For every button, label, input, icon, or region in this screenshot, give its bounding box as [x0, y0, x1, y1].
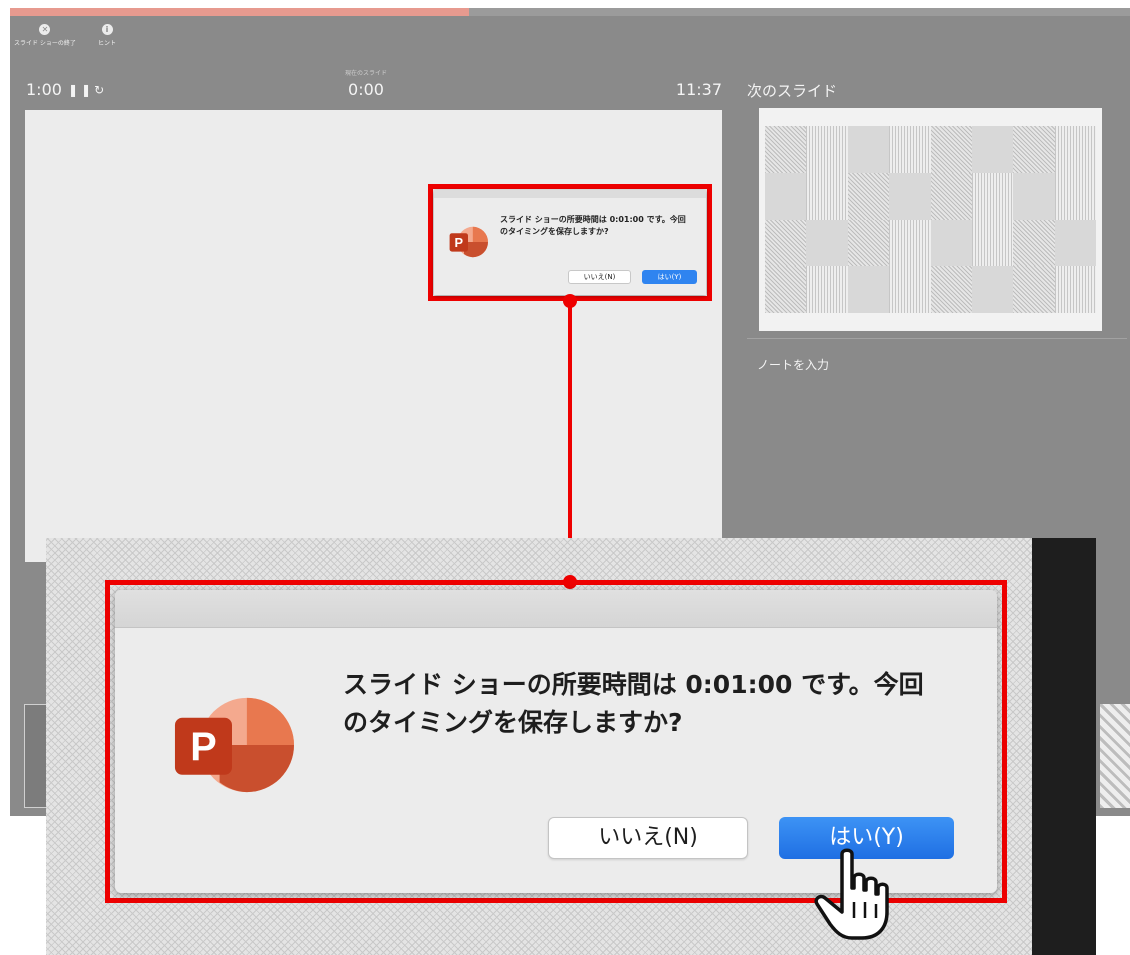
end-slideshow-button[interactable]: ✕ スライド ショーの終了: [14, 24, 76, 47]
powerpoint-icon: P: [448, 222, 488, 266]
hand-pointer-icon: [812, 848, 892, 948]
no-button[interactable]: いいえ(N): [548, 817, 748, 859]
checker-tile: [1013, 172, 1055, 220]
checker-tile: [1054, 172, 1096, 220]
checker-tile: [971, 219, 1014, 267]
slide-thumbnail[interactable]: [1100, 704, 1130, 808]
checker-tile: [806, 126, 848, 173]
checker-tile: [889, 219, 931, 267]
checker-tile: [1054, 266, 1096, 313]
save-timing-dialog-small: P スライド ショーの所要時間は 0:01:00 です。今回 のタイミングを保存…: [434, 190, 706, 295]
end-slideshow-label: スライド ショーの終了: [14, 40, 76, 47]
close-icon: ✕: [39, 24, 51, 35]
checker-tile: [765, 266, 807, 313]
dialog-titlebar: [434, 190, 706, 198]
checker-tile: [971, 172, 1014, 220]
checker-tile: [930, 172, 972, 220]
dialog-titlebar: [115, 590, 997, 628]
clock: 11:37: [675, 80, 722, 99]
hint-button[interactable]: i ヒント: [98, 24, 116, 47]
checker-tile: [847, 172, 890, 220]
dialog-message: スライド ショーの所要時間は 0:01:00 です。今回 のタイミングを保存しま…: [343, 666, 983, 742]
checker-tile: [971, 266, 1014, 313]
current-slide[interactable]: [25, 110, 722, 562]
dialog-message: スライド ショーの所要時間は 0:01:00 です。今回 のタイミングを保存しま…: [500, 214, 700, 238]
checker-tile: [1054, 126, 1096, 173]
slide-time-label: 現在のスライド: [344, 70, 387, 77]
hint-label: ヒント: [98, 40, 117, 47]
dialog-message-line: スライド ショーの所要時間は 0:01:00 です。今回: [343, 670, 924, 699]
checker-tile: [765, 126, 807, 173]
dialog-message-line: のタイミングを保存しますか?: [500, 227, 609, 236]
info-icon: i: [101, 24, 113, 35]
checker-tile: [765, 219, 807, 267]
checker-tile: [806, 172, 848, 220]
slide-time: 0:00: [348, 80, 384, 99]
checker-tile: [889, 172, 931, 220]
yes-button[interactable]: はい(Y): [642, 270, 697, 284]
checker-tile: [847, 219, 890, 267]
notes-input[interactable]: ノートを入力: [757, 356, 829, 373]
svg-text:P: P: [190, 725, 216, 769]
checker-tile: [847, 126, 890, 173]
checker-tile: [1013, 219, 1055, 267]
checker-tile: [930, 126, 972, 173]
checker-tile: [971, 126, 1014, 173]
checker-tile: [1054, 219, 1096, 267]
dialog-message-line: のタイミングを保存しますか?: [343, 708, 683, 737]
dialog-message-line: スライド ショーの所要時間は 0:01:00 です。今回: [500, 215, 686, 224]
checker-tile: [889, 266, 931, 313]
svg-text:P: P: [455, 235, 464, 250]
progress-fill: [10, 8, 470, 16]
checker-pattern: [765, 126, 1096, 313]
timer-row: 1:00 ❚❚↻ 現在のスライド 0:00 11:37: [10, 70, 722, 104]
connector-dot: [563, 294, 577, 308]
next-slide-preview: [759, 108, 1102, 331]
checker-tile: [847, 266, 890, 313]
checker-tile: [930, 266, 972, 313]
checker-tile: [806, 266, 848, 313]
checker-tile: [930, 219, 972, 267]
checker-tile: [806, 219, 848, 267]
powerpoint-icon: P: [170, 683, 294, 811]
checker-tile: [1013, 266, 1055, 313]
checker-tile: [1013, 126, 1055, 173]
checker-tile: [889, 126, 931, 173]
notes-divider: [747, 338, 1127, 339]
no-button[interactable]: いいえ(N): [568, 270, 631, 284]
checker-tile: [765, 172, 807, 220]
dark-edge: [1032, 538, 1096, 955]
progress-bar: [10, 8, 1130, 16]
next-slide-label: 次のスライド: [747, 82, 838, 100]
